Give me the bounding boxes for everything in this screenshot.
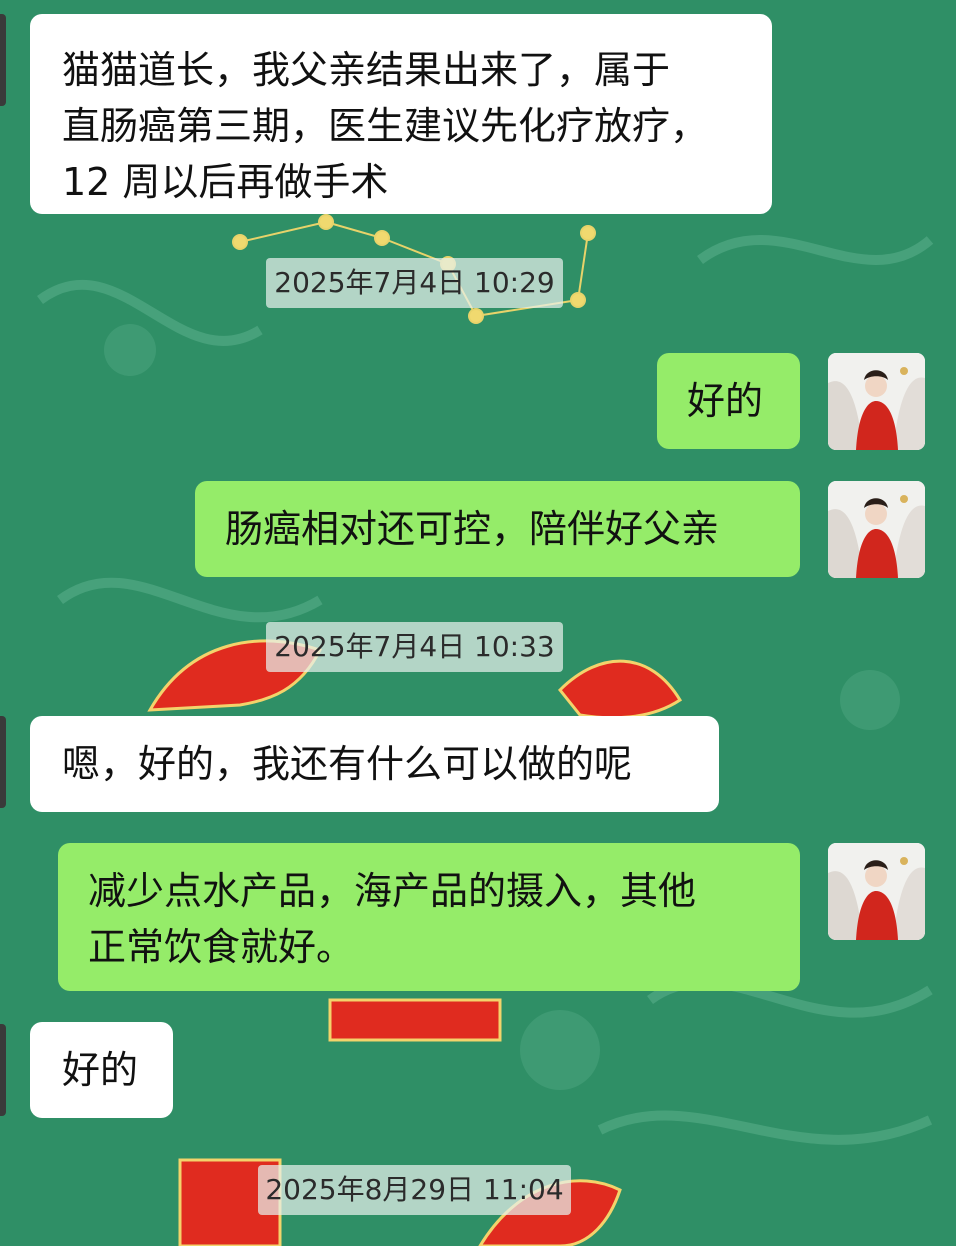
my-avatar[interactable]	[828, 843, 925, 940]
incoming-message-bubble[interactable]: 猫猫道长，我父亲结果出来了，属于 直肠癌第三期，医生建议先化疗放疗， 12 周以…	[30, 14, 772, 214]
incoming-message-bubble[interactable]: 嗯，好的，我还有什么可以做的呢	[30, 716, 719, 812]
outgoing-message-bubble[interactable]: 肠癌相对还可控，陪伴好父亲	[195, 481, 800, 577]
contact-avatar-edge[interactable]	[0, 1024, 6, 1116]
outgoing-message-bubble[interactable]: 减少点水产品，海产品的摄入，其他 正常饮食就好。	[58, 843, 800, 991]
contact-avatar-edge[interactable]	[0, 14, 6, 106]
outgoing-message-bubble[interactable]: 好的	[657, 353, 800, 449]
message-timestamp: 2025年7月4日 10:29	[266, 258, 563, 308]
my-avatar[interactable]	[828, 481, 925, 578]
message-timestamp: 2025年7月4日 10:33	[266, 622, 563, 672]
my-avatar[interactable]	[828, 353, 925, 450]
avatar-portrait-icon	[828, 843, 925, 940]
avatar-portrait-icon	[828, 481, 925, 578]
message-timestamp: 2025年8月29日 11:04	[258, 1165, 571, 1215]
incoming-message-bubble[interactable]: 好的	[30, 1022, 173, 1118]
contact-avatar-edge[interactable]	[0, 716, 6, 808]
avatar-portrait-icon	[828, 353, 925, 450]
